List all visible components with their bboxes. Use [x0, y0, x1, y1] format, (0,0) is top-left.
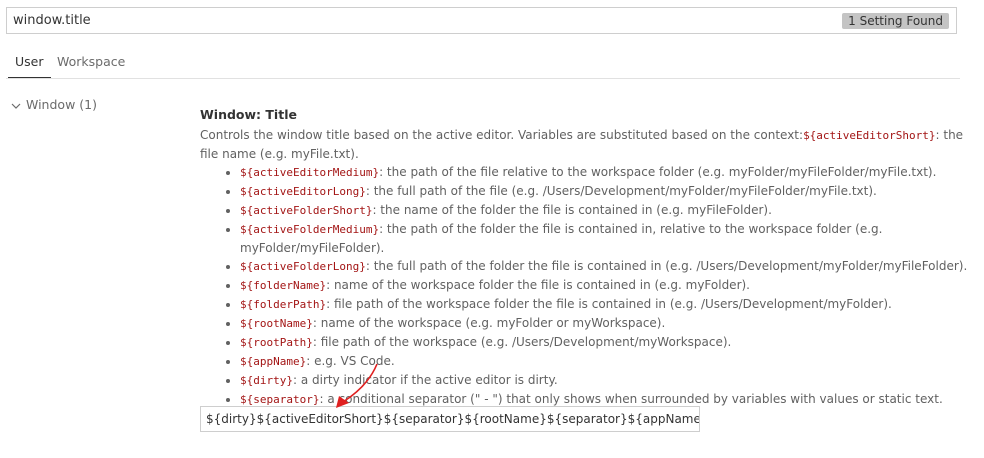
- variable-item: ${activeEditorLong}: the full path of th…: [240, 182, 970, 201]
- settings-scope-tabs: User Workspace: [6, 50, 960, 79]
- variable-item: ${dirty}: a dirty indicator if the activ…: [240, 371, 970, 390]
- variable-item: ${activeFolderLong}: the full path of th…: [240, 257, 970, 276]
- variable-item: ${rootPath}: file path of the workspace …: [240, 333, 970, 352]
- setting-window-title: Window: Title Controls the window title …: [200, 106, 970, 409]
- tab-user[interactable]: User: [8, 50, 51, 78]
- settings-search-input[interactable]: [7, 8, 813, 33]
- description-text: Controls the window title based on the a…: [200, 128, 804, 142]
- variable-code: ${appName}: [240, 355, 307, 368]
- variable-item: ${folderPath}: file path of the workspac…: [240, 295, 970, 314]
- variable-code: ${activeEditorMedium}: [240, 166, 380, 179]
- variable-text: : name of the workspace folder the file …: [326, 278, 750, 292]
- variable-text: : a dirty indicator if the active editor…: [292, 373, 558, 387]
- variable-text: : file path of the workspace (e.g. /User…: [312, 335, 732, 349]
- variable-item: ${appName}: e.g. VS Code.: [240, 352, 970, 371]
- variable-item: ${rootName}: name of the workspace (e.g.…: [240, 314, 970, 333]
- window-title-value-input[interactable]: [200, 406, 700, 432]
- setting-name: Title: [265, 107, 297, 122]
- variable-text: : name of the workspace (e.g. myFolder o…: [312, 316, 666, 330]
- variable-text: : the full path of the folder the file i…: [365, 259, 968, 273]
- variable-code: ${folderPath}: [240, 298, 327, 311]
- toc-item-window[interactable]: Window (1): [11, 97, 97, 113]
- variable-code: ${activeFolderShort}: [240, 204, 373, 217]
- settings-search-box[interactable]: 1 Setting Found: [6, 7, 957, 34]
- code-token: ${activeEditorShort}: [803, 129, 936, 142]
- setting-description: Controls the window title based on the a…: [200, 126, 970, 163]
- variable-code: ${rootName}: [240, 317, 313, 330]
- variables-list: ${activeEditorMedium}: the path of the f…: [200, 163, 970, 409]
- variable-code: ${activeFolderMedium}: [240, 223, 380, 236]
- variable-code: ${folderName}: [240, 279, 327, 292]
- setting-category: Window:: [200, 107, 266, 122]
- variable-item: ${activeFolderMedium}: the path of the f…: [240, 220, 970, 257]
- variable-item: ${activeFolderShort}: the name of the fo…: [240, 201, 970, 220]
- variable-item: ${folderName}: name of the workspace fol…: [240, 276, 970, 295]
- variable-text: : e.g. VS Code.: [306, 354, 395, 368]
- tab-workspace[interactable]: Workspace: [57, 50, 125, 77]
- variable-code: ${activeFolderLong}: [240, 260, 366, 273]
- variable-code: ${activeEditorLong}: [240, 185, 366, 198]
- setting-title: Window: Title: [200, 106, 970, 124]
- variable-text: : a conditional separator (" - ") that o…: [319, 392, 943, 406]
- variable-text: : the name of the folder the file is con…: [372, 203, 772, 217]
- variable-code: ${rootPath}: [240, 336, 313, 349]
- chevron-down-icon: [11, 103, 21, 109]
- variable-text: : the path of the file relative to the w…: [379, 165, 937, 179]
- variable-text: : the full path of the file (e.g. /Users…: [365, 184, 877, 198]
- variable-code: ${dirty}: [240, 374, 293, 387]
- variable-text: : file path of the workspace folder the …: [326, 297, 892, 311]
- variable-code: ${separator}: [240, 393, 320, 406]
- result-count-badge: 1 Setting Found: [842, 13, 949, 29]
- variable-item: ${activeEditorMedium}: the path of the f…: [240, 163, 970, 182]
- toc-item-label: Window (1): [26, 97, 97, 112]
- settings-editor: 1 Setting Found User Workspace Window (1…: [0, 0, 984, 458]
